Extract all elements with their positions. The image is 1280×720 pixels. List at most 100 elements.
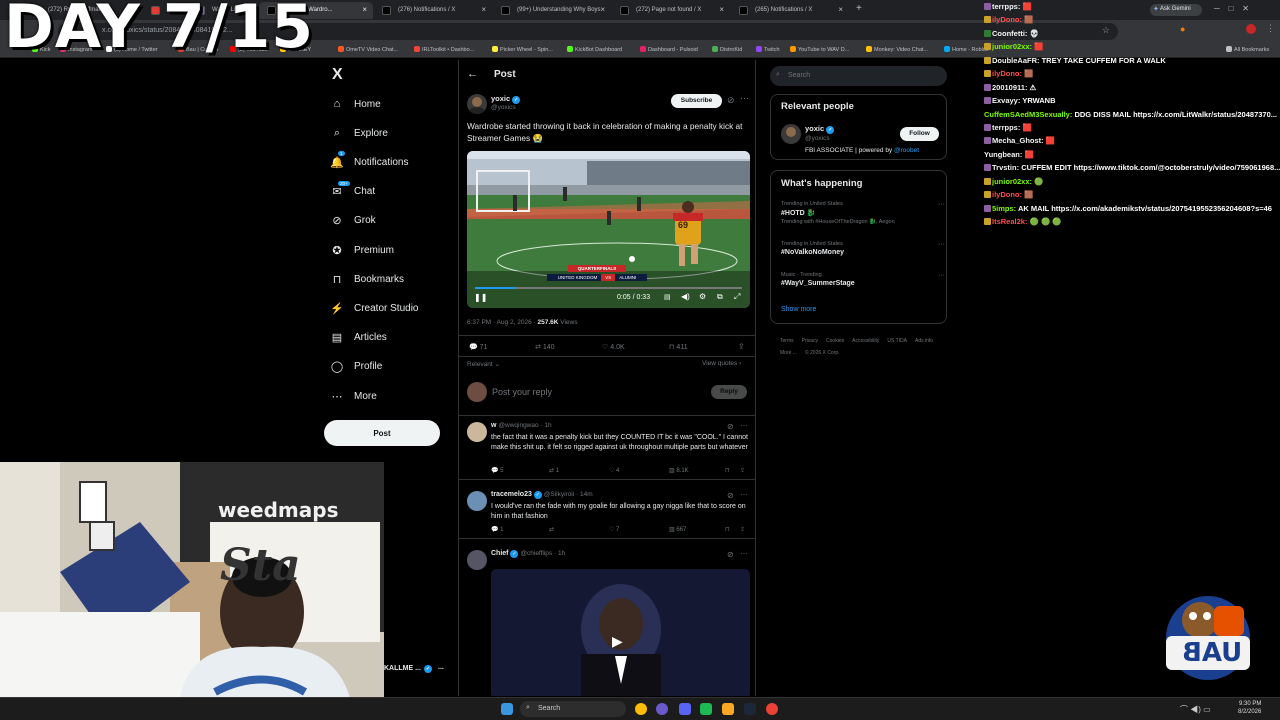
- bookmark-item[interactable]: IRLToolkit • Dashbo...: [414, 46, 474, 53]
- nav-item-premium[interactable]: ✪ Premium: [330, 239, 394, 261]
- reply-handle[interactable]: @chiefflips · 1h: [520, 550, 565, 557]
- video-progress-track[interactable]: [475, 287, 742, 289]
- browser-tab[interactable]: (276) Notifications / X ×: [374, 2, 492, 19]
- author-handle[interactable]: @yoxics: [491, 104, 516, 111]
- discord-icon[interactable]: [679, 703, 691, 715]
- reply-avatar[interactable]: [467, 491, 487, 511]
- bookmark-action[interactable]: ⊓ 411: [669, 343, 688, 351]
- file-explorer-icon[interactable]: [722, 703, 734, 715]
- reply-bookmark-icon[interactable]: ⊓: [725, 467, 730, 474]
- compose-post-button[interactable]: Post: [324, 420, 440, 446]
- bookmark-item[interactable]: Home - Roblox: [944, 46, 989, 53]
- bookmark-item[interactable]: Twitch: [756, 46, 780, 53]
- reply-repost-action[interactable]: ⇄ 1: [549, 467, 559, 474]
- nav-item-grok[interactable]: ⊘ Grok: [330, 210, 375, 232]
- reply-avatar[interactable]: [467, 422, 487, 442]
- reply-author[interactable]: tracemelo23: [491, 491, 532, 498]
- reply-repost-action[interactable]: ⇄: [549, 526, 554, 533]
- pip-icon[interactable]: ⧉: [717, 292, 723, 302]
- footer-link[interactable]: Terms: [780, 335, 794, 347]
- tab-close-icon[interactable]: ×: [481, 5, 486, 14]
- reply-more-icon[interactable]: ···: [740, 549, 748, 558]
- nav-item-bookmarks[interactable]: ⊓ Bookmarks: [330, 268, 404, 290]
- system-tray[interactable]: ⌒ ◀) ▭: [1180, 704, 1211, 715]
- play-icon[interactable]: ▶: [612, 633, 623, 650]
- browser-tab[interactable]: (265) Notifications / X ×: [731, 2, 849, 19]
- bookmark-item[interactable]: YouTube to WAV D...: [790, 46, 849, 53]
- reply-handle[interactable]: @Silkyiroii · 14m: [544, 491, 593, 498]
- footer-link[interactable]: Cookies: [826, 335, 844, 347]
- bookmark-item[interactable]: KickBot Dashboard: [567, 46, 622, 53]
- pause-icon[interactable]: ❚❚: [474, 293, 487, 302]
- reply-like-action[interactable]: ♡ 7: [609, 526, 619, 533]
- reply-more-icon[interactable]: ···: [740, 490, 748, 499]
- bookmark-item[interactable]: Dashboard - Pulsoid: [640, 46, 698, 53]
- browser-tab[interactable]: (272) Page not found / X ×: [612, 2, 730, 19]
- footer-link[interactable]: US TIDA: [887, 335, 907, 347]
- subscribe-button[interactable]: Subscribe: [671, 94, 722, 108]
- bookmark-item[interactable]: Picker Wheel - Spin...: [492, 46, 553, 53]
- reply-views-action[interactable]: ▥ 667: [669, 526, 686, 533]
- tab-close-icon[interactable]: ×: [600, 5, 605, 14]
- grok-icon[interactable]: ⊘: [727, 95, 735, 106]
- follow-button[interactable]: Follow: [900, 127, 939, 141]
- steam-icon[interactable]: [744, 703, 756, 715]
- reply-avatar[interactable]: [467, 550, 487, 570]
- post-more-icon[interactable]: ···: [740, 93, 749, 103]
- taskbar-search[interactable]: ⌕ Search: [520, 701, 626, 717]
- reply-button[interactable]: Reply: [711, 385, 747, 399]
- person-handle[interactable]: @yoxics: [805, 135, 830, 142]
- person-bio-link[interactable]: @roobet: [894, 147, 919, 154]
- person-avatar[interactable]: [781, 124, 801, 144]
- obs-icon[interactable]: [656, 703, 668, 715]
- person-name[interactable]: yoxic: [805, 124, 824, 133]
- reply-share-icon[interactable]: ⇪: [740, 526, 745, 533]
- tab-close-icon[interactable]: ×: [362, 5, 367, 14]
- tab-close-icon[interactable]: ×: [719, 5, 724, 14]
- show-more-link[interactable]: Show more: [781, 306, 816, 313]
- trend-item[interactable]: Trending in United States #HOTD 🐉 Trending…: [781, 201, 945, 225]
- search-input[interactable]: ⌕ Search: [770, 66, 947, 86]
- reply-author[interactable]: w: [491, 422, 496, 429]
- nav-item-chat[interactable]: ✉ 20+ Chat: [330, 180, 375, 203]
- browser-tab[interactable]: (99+) Understanding Why Boys ×: [493, 2, 611, 19]
- tab-close-icon[interactable]: ×: [838, 5, 843, 14]
- video-player[interactable]: QUARTERFINALS UNITED KINGDOM VS ALUMNI 6…: [467, 151, 750, 308]
- footer-link[interactable]: © 2026 X Corp.: [805, 347, 840, 359]
- windows-start-icon[interactable]: [501, 703, 513, 715]
- nav-item-more[interactable]: ⋯ More: [330, 385, 377, 407]
- author-avatar[interactable]: [467, 94, 487, 114]
- bookmark-item[interactable]: OmeTV Video Chat...: [338, 46, 398, 53]
- like-action[interactable]: ♡ 4.0K: [602, 343, 625, 351]
- chrome-icon[interactable]: [635, 703, 647, 715]
- share-icon[interactable]: ⇪: [738, 342, 745, 351]
- fullscreen-icon[interactable]: ⤢: [734, 292, 740, 302]
- nav-item-home[interactable]: ⌂ Home: [330, 93, 381, 115]
- grok-icon[interactable]: ⊘: [727, 422, 734, 431]
- reply-handle[interactable]: @wwqingwao · 1h: [498, 422, 551, 429]
- nav-item-articles[interactable]: ▤ Articles: [330, 327, 387, 349]
- reply-bookmark-icon[interactable]: ⊓: [725, 526, 730, 533]
- footer-link[interactable]: Accessibility: [852, 335, 879, 347]
- trend-more-icon[interactable]: ···: [938, 272, 945, 279]
- footer-link[interactable]: More ...: [780, 347, 797, 359]
- trend-more-icon[interactable]: ···: [938, 201, 945, 208]
- reply-author[interactable]: Chief: [491, 550, 509, 557]
- grok-icon[interactable]: ⊘: [727, 491, 734, 500]
- x-logo-icon[interactable]: X: [332, 66, 343, 84]
- footer-link[interactable]: Privacy: [802, 335, 818, 347]
- settings-icon[interactable]: ⚙: [699, 292, 706, 301]
- account-switcher[interactable]: KALLME ... ✓ ...: [384, 662, 458, 684]
- clock[interactable]: 9:30 PM 8/2/2026: [1238, 700, 1261, 716]
- captions-icon[interactable]: ▤: [664, 293, 671, 301]
- nav-item-explore[interactable]: ⌕ Explore: [330, 122, 388, 144]
- repost-action[interactable]: ⇄ 140: [535, 343, 555, 351]
- sort-dropdown[interactable]: Relevant ⌄: [467, 360, 500, 368]
- author-name[interactable]: yoxic: [491, 94, 510, 103]
- trend-item[interactable]: Music · Trending #WayV_SummerStage ···: [781, 272, 945, 287]
- reply-reply-action[interactable]: 💬 5: [491, 467, 503, 474]
- view-quotes-link[interactable]: View quotes ›: [702, 360, 741, 367]
- chrome-active-icon[interactable]: [766, 703, 778, 715]
- reply-more-icon[interactable]: ···: [740, 421, 748, 430]
- nav-item-creator-studio[interactable]: ⚡ Creator Studio: [330, 297, 418, 319]
